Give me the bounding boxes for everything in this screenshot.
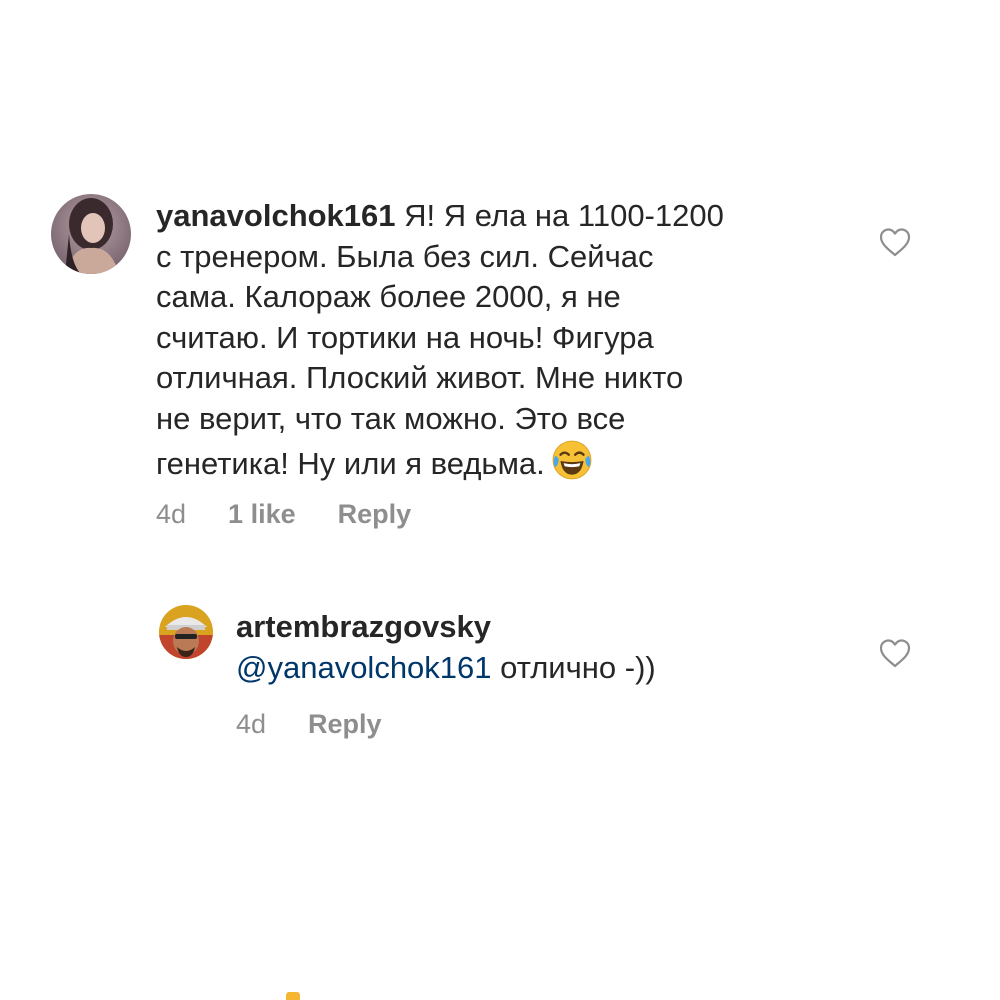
reply-button[interactable]: Reply [338,499,412,530]
reply-button[interactable]: Reply [308,709,382,740]
heart-icon[interactable] [878,226,912,258]
comment-text-line: отличная. Плоский живот. Мне никто [156,360,684,395]
heart-icon[interactable] [878,637,912,669]
comment-timestamp: 4d [236,709,267,739]
comment-text-line: Я! Я ела на 1100-1200 [404,198,724,233]
comment-text-line: не верит, что так можно. Это все [156,400,626,436]
comment-body: yanavolchok161 Я! Я ела на 1100-1200 с т… [156,196,856,485]
comment-text-line: считаю. И тортики на ночь! Фигура [156,319,654,355]
avatar[interactable] [51,194,131,274]
comment-meta: 4d Reply [236,709,424,740]
comment-text-line: сама. Калораж более 2000, я не [156,279,621,314]
partial-emoji-icon [286,992,300,1000]
mention-link[interactable]: @yanavolchok161 [236,650,492,685]
comment-username[interactable]: artembrazgovsky [236,609,491,644]
likes-count-button[interactable]: 1 like [228,499,296,530]
laughing-tears-emoji-icon [552,440,592,480]
comment-meta: 4d 1 like Reply [156,499,453,530]
comment-body: artembrazgovsky @yanavolchok161 отлично … [236,607,856,688]
comment-text-line: генетика! Ну или я ведьма. [156,446,545,481]
comment-timestamp: 4d [156,499,187,529]
comment-username[interactable]: yanavolchok161 [156,198,396,233]
comment-text: отлично -)) [491,649,656,685]
avatar[interactable] [159,605,213,659]
comment-text-line: с тренером. Была без сил. Сейчас [156,238,654,274]
